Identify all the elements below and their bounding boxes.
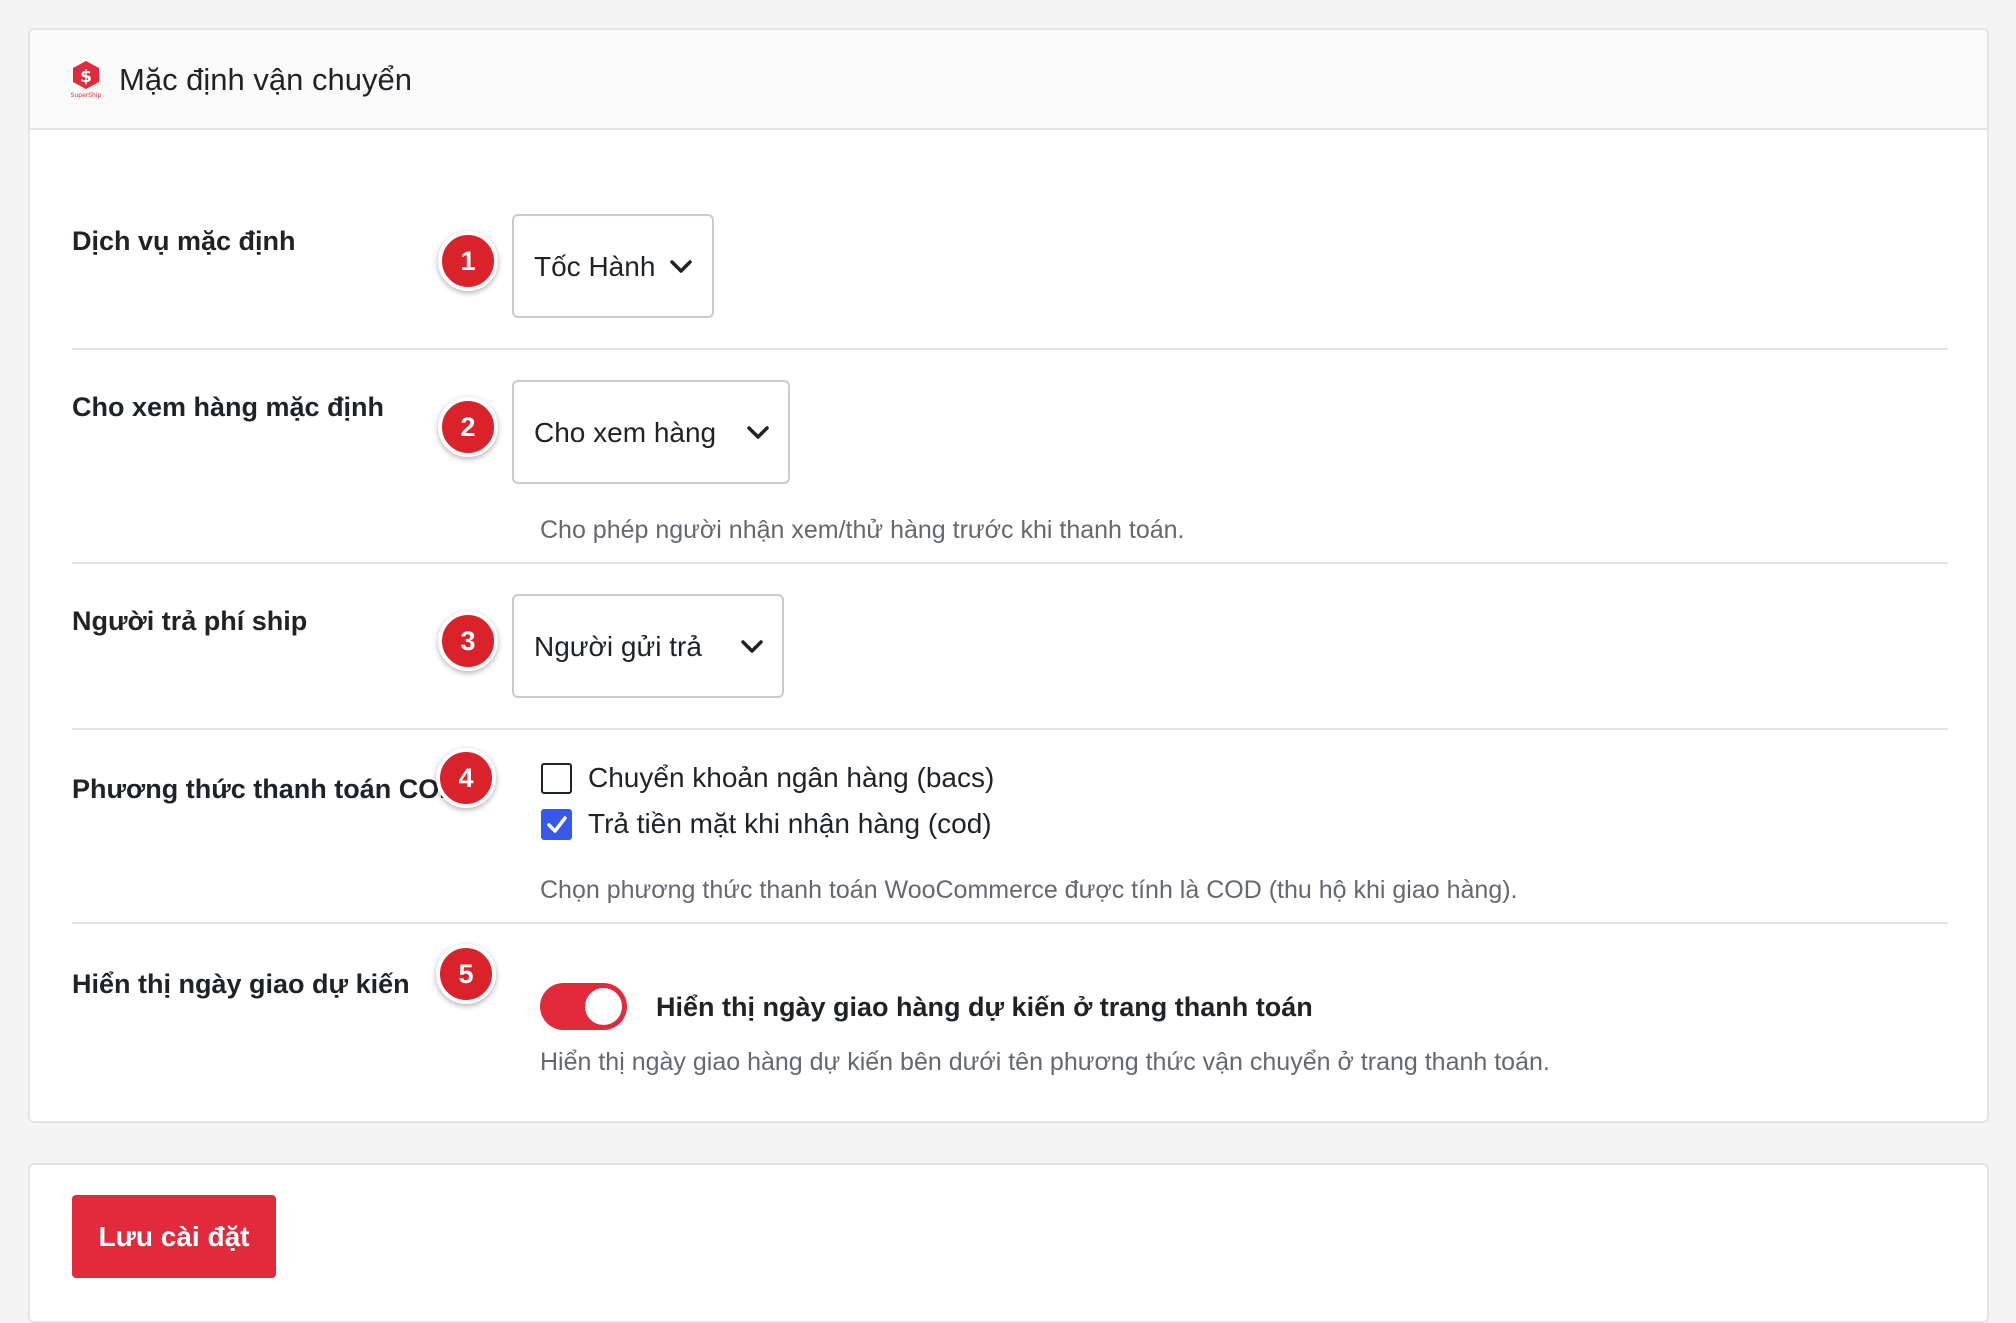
page-title: Mặc định vận chuyển bbox=[119, 62, 412, 97]
step-badge-4: 4 bbox=[436, 748, 496, 808]
step-badge-3: 3 bbox=[438, 611, 498, 671]
checkbox-bacs-label[interactable]: Chuyển khoản ngân hàng (bacs) bbox=[588, 761, 994, 795]
superships-logo-icon: $ SuperShip bbox=[71, 61, 102, 99]
chevron-down-icon bbox=[670, 260, 692, 273]
inspect-help-text: Cho phép người nhận xem/thử hàng trước k… bbox=[540, 516, 1185, 544]
step-badge-1: 1 bbox=[438, 231, 498, 291]
card-header: $ SuperShip Mặc định vận chuyển bbox=[30, 30, 1987, 130]
save-settings-button[interactable]: Lưu cài đặt bbox=[72, 1195, 276, 1278]
default-service-select[interactable]: Tốc Hành bbox=[512, 214, 714, 318]
eta-toggle-label[interactable]: Hiển thị ngày giao hàng dự kiến ở trang … bbox=[656, 991, 1313, 1023]
row-divider bbox=[72, 728, 1948, 730]
eta-help-text: Hiển thị ngày giao hàng dự kiến bên dưới… bbox=[540, 1048, 1550, 1076]
cod-help-text: Chọn phương thức thanh toán WooCommerce … bbox=[540, 876, 1518, 904]
row-divider bbox=[72, 348, 1948, 350]
row-divider bbox=[72, 562, 1948, 564]
chevron-down-icon bbox=[747, 426, 769, 439]
toggle-knob bbox=[585, 988, 622, 1025]
svg-text:SuperShip: SuperShip bbox=[71, 92, 102, 99]
select-value: Cho xem hàng bbox=[534, 417, 717, 448]
step-badge-2: 2 bbox=[438, 397, 498, 457]
svg-text:$: $ bbox=[80, 67, 92, 87]
inspect-default-select[interactable]: Cho xem hàng bbox=[512, 380, 790, 484]
shipping-defaults-card: $ SuperShip Mặc định vận chuyển Dịch vụ … bbox=[28, 28, 1989, 1123]
ship-fee-payer-label: Người trả phí ship bbox=[72, 606, 308, 636]
row-divider bbox=[72, 922, 1948, 924]
cod-payment-method-label: Phương thức thanh toán COD bbox=[72, 774, 459, 804]
step-badge-5: 5 bbox=[436, 944, 496, 1004]
eta-display-label: Hiển thị ngày giao dự kiến bbox=[72, 969, 410, 999]
checkbox-cod[interactable] bbox=[541, 809, 572, 840]
check-icon bbox=[547, 816, 567, 833]
chevron-down-icon bbox=[741, 640, 763, 653]
inspect-default-label: Cho xem hàng mặc định bbox=[72, 392, 385, 422]
eta-toggle[interactable] bbox=[540, 983, 627, 1030]
checkbox-bacs[interactable] bbox=[541, 763, 572, 794]
save-card: Lưu cài đặt bbox=[28, 1163, 1989, 1323]
select-value: Tốc Hành bbox=[534, 251, 656, 282]
ship-fee-payer-select[interactable]: Người gửi trả bbox=[512, 594, 784, 698]
select-value: Người gửi trả bbox=[534, 631, 702, 662]
checkbox-cod-label[interactable]: Trả tiền mặt khi nhận hàng (cod) bbox=[588, 807, 992, 841]
default-service-label: Dịch vụ mặc định bbox=[72, 226, 296, 256]
